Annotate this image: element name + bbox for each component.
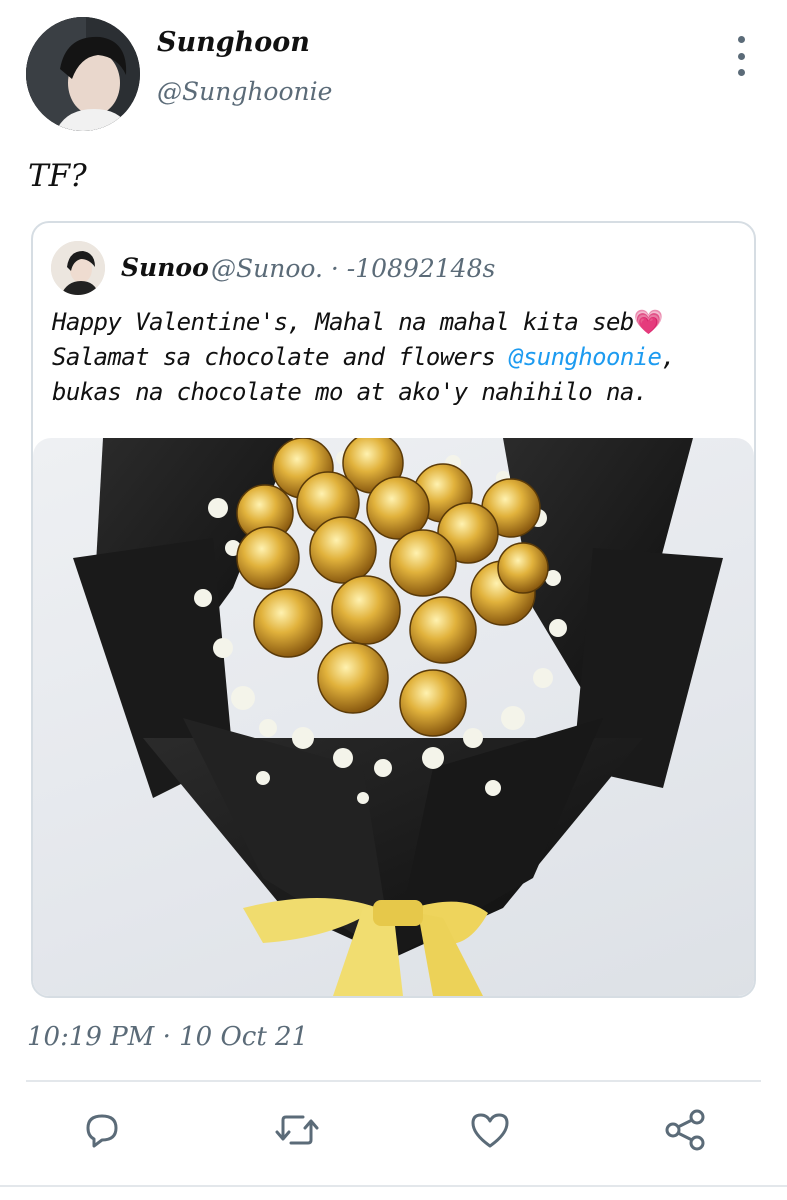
mention-link[interactable]: @sunghoonie bbox=[509, 343, 662, 371]
quoted-line-1: Happy Valentine's, Mahal na mahal kita s… bbox=[52, 308, 634, 336]
author-display-name[interactable]: Sunghoon bbox=[157, 27, 310, 58]
author-handle[interactable]: @Sunghoonie bbox=[157, 77, 332, 106]
share-icon[interactable] bbox=[660, 1105, 710, 1155]
tweet-timestamp[interactable]: 10:19 PM · 10 Oct 21 bbox=[27, 1022, 308, 1052]
author-avatar[interactable] bbox=[26, 17, 140, 131]
reply-icon[interactable] bbox=[77, 1105, 127, 1155]
more-options-icon[interactable] bbox=[727, 36, 755, 76]
quoted-tweet-image[interactable] bbox=[33, 438, 754, 996]
pink-heart-emoji: 💗 bbox=[633, 308, 664, 336]
action-bar bbox=[0, 1105, 787, 1165]
bottom-divider bbox=[0, 1185, 787, 1187]
retweet-icon[interactable] bbox=[272, 1105, 322, 1155]
quoted-line-3: bukas na chocolate mo at ako'y nahihilo … bbox=[52, 378, 648, 406]
quoted-author-name[interactable]: Sunoo bbox=[121, 253, 209, 282]
quoted-tweet-text: Happy Valentine's, Mahal na mahal kita s… bbox=[52, 305, 742, 410]
quoted-line-2-end: , bbox=[661, 343, 676, 371]
quoted-author-avatar[interactable] bbox=[51, 241, 105, 295]
tweet-text: TF? bbox=[28, 158, 87, 194]
quoted-tweet-card[interactable]: Sunoo @Sunoo. · -10892148s Happy Valenti… bbox=[31, 221, 756, 998]
quoted-line-2: Salamat sa chocolate and flowers bbox=[52, 343, 510, 371]
quoted-author-meta: @Sunoo. · -10892148s bbox=[211, 254, 496, 283]
heart-icon[interactable] bbox=[465, 1105, 515, 1155]
divider bbox=[26, 1080, 761, 1082]
